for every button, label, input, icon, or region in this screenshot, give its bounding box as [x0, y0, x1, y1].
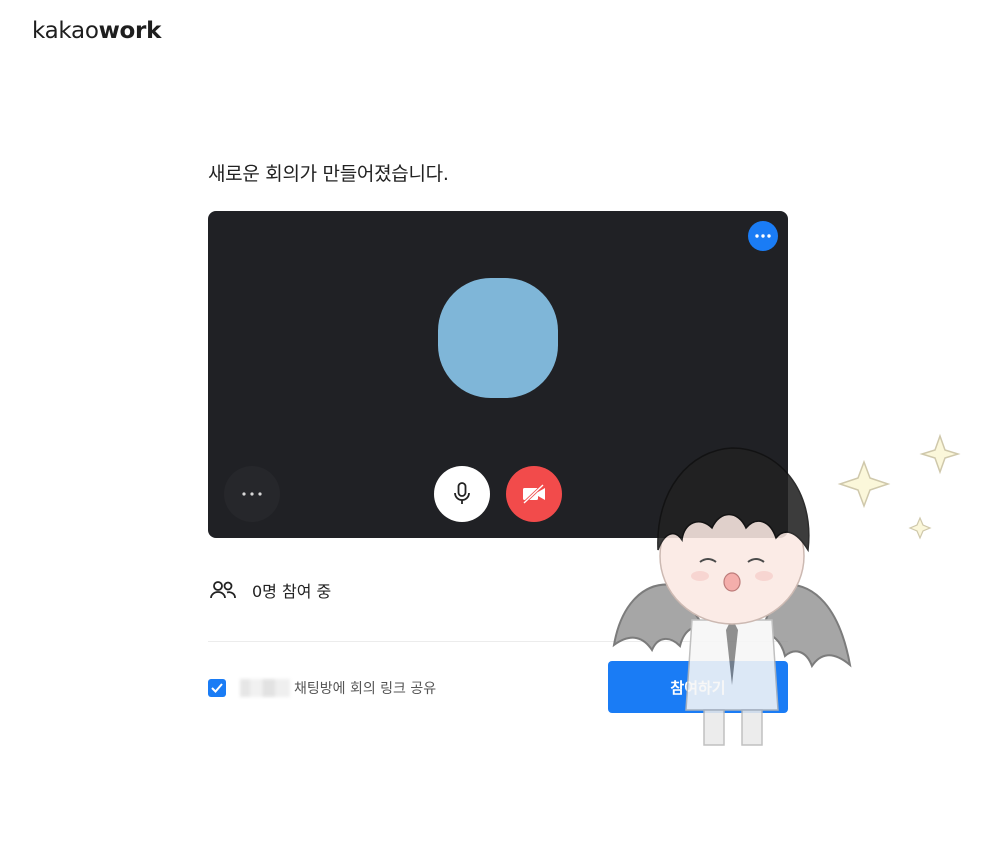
participant-count-label: 0명 참여 중 — [252, 582, 332, 601]
video-preview — [208, 211, 788, 538]
microphone-icon — [454, 482, 470, 504]
more-horizontal-icon — [755, 234, 771, 238]
page-title: 새로운 회의가 만들어졌습니다. — [208, 163, 449, 185]
microphone-toggle-button[interactable] — [434, 466, 490, 522]
checkmark-icon — [211, 683, 223, 693]
more-horizontal-icon — [242, 492, 262, 496]
share-link-option: 채팅방에 회의 링크 공유 — [208, 678, 436, 698]
participant-count: 0명 참여 중 — [210, 578, 331, 602]
preview-more-button[interactable] — [748, 221, 778, 251]
settings-more-button[interactable] — [224, 466, 280, 522]
share-link-checkbox[interactable] — [208, 679, 226, 697]
avatar — [438, 278, 558, 398]
people-icon — [210, 578, 238, 602]
kakaowork-logo: kakaowork — [32, 18, 161, 44]
camera-off-icon — [522, 484, 545, 504]
logo-text-bold: work — [98, 18, 162, 44]
join-button[interactable]: 참여하기 — [608, 661, 788, 713]
logo-text-light: kakao — [32, 18, 99, 44]
share-link-label: 채팅방에 회의 링크 공유 — [294, 681, 437, 697]
divider — [208, 641, 788, 642]
camera-toggle-button[interactable] — [506, 466, 562, 522]
chatroom-name-redacted — [240, 679, 290, 697]
